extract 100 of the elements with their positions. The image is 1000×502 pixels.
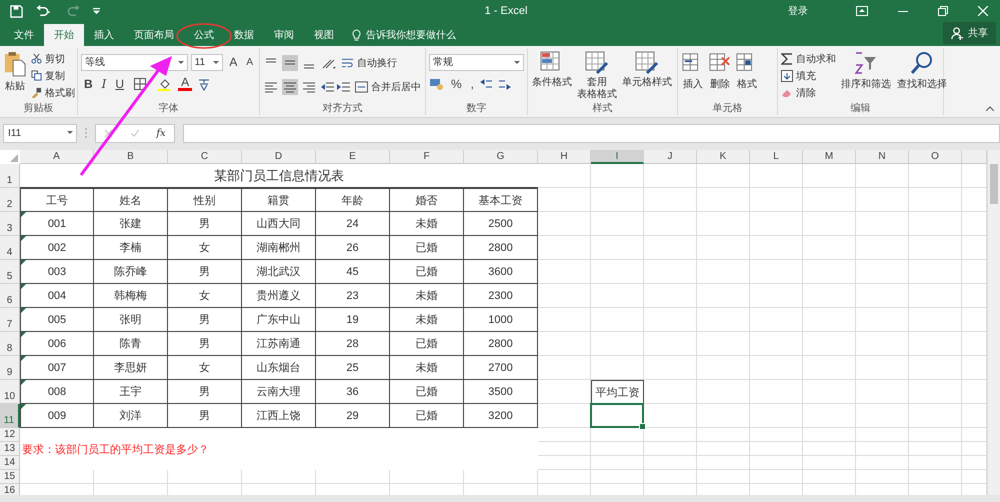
row-header[interactable]: 9	[0, 356, 20, 380]
row-header[interactable]: 14	[0, 456, 20, 470]
italic-button[interactable]: I	[98, 77, 110, 91]
table-header-cell: 婚否	[390, 188, 464, 212]
tell-me-field[interactable]: 告诉我你想要做什么	[344, 24, 943, 46]
merge-center-button[interactable]: 合并后居中	[355, 80, 421, 94]
font-color-button[interactable]: A	[178, 77, 192, 91]
editing-button[interactable]: 清除	[781, 85, 836, 100]
table-cell: 已婚	[390, 380, 464, 404]
column-header[interactable]: N	[856, 150, 909, 164]
table-cell: 男	[168, 332, 242, 356]
sign-in-link[interactable]: 登录	[788, 4, 808, 18]
table-cell: 湖南郴州	[242, 236, 316, 260]
column-header[interactable]: K	[697, 150, 750, 164]
comma-button[interactable]: ,	[468, 77, 478, 91]
table-cell: 008	[20, 380, 94, 404]
cells-button[interactable]: 格式	[735, 51, 759, 91]
column-header[interactable]: J	[644, 150, 697, 164]
column-header[interactable]: F	[390, 150, 464, 164]
shrink-font-button[interactable]: A	[243, 56, 256, 68]
group-label: 样式	[592, 102, 614, 115]
table-cell: 001	[20, 212, 94, 236]
font-name-dropdown[interactable]: 等线	[81, 54, 188, 70]
number-format-dropdown[interactable]: 常规	[429, 54, 524, 70]
ribbon-tab[interactable]: 公式	[184, 24, 224, 46]
cells-button[interactable]: 删除	[708, 51, 732, 91]
column-header[interactable]: M	[803, 150, 856, 164]
column-header[interactable]: I	[591, 150, 644, 164]
table-cell: 未婚	[390, 212, 464, 236]
table-cell: 3200	[464, 404, 538, 428]
table-cell: 45	[316, 260, 390, 284]
row-header[interactable]: 7	[0, 308, 20, 332]
clipboard-button[interactable]: 复制	[31, 68, 75, 83]
ribbon-tab[interactable]: 插入	[84, 24, 124, 46]
row-header[interactable]: 1	[0, 164, 20, 188]
wrap-text-button[interactable]: 自动换行	[341, 56, 397, 70]
share-button[interactable]: 共享	[943, 22, 996, 44]
row-header[interactable]: 13	[0, 442, 20, 456]
clipboard-button[interactable]: 格式刷	[31, 85, 75, 100]
styles-button[interactable]: 单元格样式	[621, 51, 673, 101]
table-cell: 2800	[464, 332, 538, 356]
row-header[interactable]: 16	[0, 484, 20, 495]
group-label: 编辑	[850, 102, 872, 115]
row-header[interactable]: 6	[0, 284, 20, 308]
ribbon-tab[interactable]: 审阅	[264, 24, 304, 46]
table-cell: 男	[168, 308, 242, 332]
row-header[interactable]: 10	[0, 380, 20, 404]
table-cell: 已婚	[390, 404, 464, 428]
row-header[interactable]: 2	[0, 188, 20, 212]
column-header[interactable]: C	[168, 150, 242, 164]
column-header[interactable]: E	[316, 150, 390, 164]
column-header[interactable]: B	[94, 150, 168, 164]
row-header[interactable]: 11	[0, 404, 20, 428]
styles-button[interactable]: 条件格式	[531, 51, 573, 101]
row-header[interactable]: 8	[0, 332, 20, 356]
row-header[interactable]: 15	[0, 470, 20, 484]
editing-button[interactable]: 填充	[781, 68, 836, 83]
bold-button[interactable]: B	[81, 77, 96, 91]
column-header[interactable]: H	[538, 150, 591, 164]
ribbon-tab[interactable]: 页面布局	[124, 24, 184, 46]
row-header[interactable]: 3	[0, 212, 20, 236]
underline-button[interactable]: U	[112, 77, 128, 91]
clipboard-button[interactable]: 剪切	[31, 51, 75, 66]
table-cell: 山西大同	[242, 212, 316, 236]
table-cell: 29	[316, 404, 390, 428]
table-cell: 002	[20, 236, 94, 260]
table-cell: 005	[20, 308, 94, 332]
column-header[interactable]: D	[242, 150, 316, 164]
group-label: 字体	[158, 102, 180, 115]
group-label: 单元格	[712, 102, 744, 115]
table-cell: 湖北武汉	[242, 260, 316, 284]
paste-button[interactable]: 粘贴	[3, 51, 27, 100]
table-cell: 未婚	[390, 356, 464, 380]
table-cell: 2800	[464, 236, 538, 260]
ribbon-tab[interactable]: 视图	[304, 24, 344, 46]
grow-font-button[interactable]: A	[226, 55, 240, 69]
table-cell: 平均工资	[591, 380, 644, 404]
row-header[interactable]: 4	[0, 236, 20, 260]
row-header[interactable]: 5	[0, 260, 20, 284]
table-cell: 3500	[464, 380, 538, 404]
row-header[interactable]: 12	[0, 428, 20, 442]
ribbon-tab[interactable]: 文件	[4, 24, 44, 46]
table-cell: 已婚	[390, 332, 464, 356]
editing-button[interactable]: 排序和筛选	[840, 51, 892, 100]
table-cell: 2700	[464, 356, 538, 380]
table-cell: 女	[168, 284, 242, 308]
editing-button[interactable]: 查找和选择	[896, 51, 948, 100]
editing-button[interactable]: 自动求和	[781, 51, 836, 66]
cells-button[interactable]: 插入	[681, 51, 705, 91]
ribbon-tab[interactable]: 数据	[224, 24, 264, 46]
percent-button[interactable]: %	[448, 77, 465, 91]
font-size-dropdown[interactable]: 11	[190, 54, 224, 70]
insert-function-button[interactable]: fx	[156, 128, 166, 138]
ribbon-tab[interactable]: 开始	[44, 24, 84, 46]
column-header[interactable]: L	[750, 150, 803, 164]
column-header[interactable]: O	[909, 150, 962, 164]
column-header[interactable]: A	[20, 150, 94, 164]
name-box[interactable]: I11	[3, 124, 77, 142]
styles-button[interactable]: 套用 表格格式	[576, 51, 618, 101]
column-header[interactable]: G	[464, 150, 538, 164]
